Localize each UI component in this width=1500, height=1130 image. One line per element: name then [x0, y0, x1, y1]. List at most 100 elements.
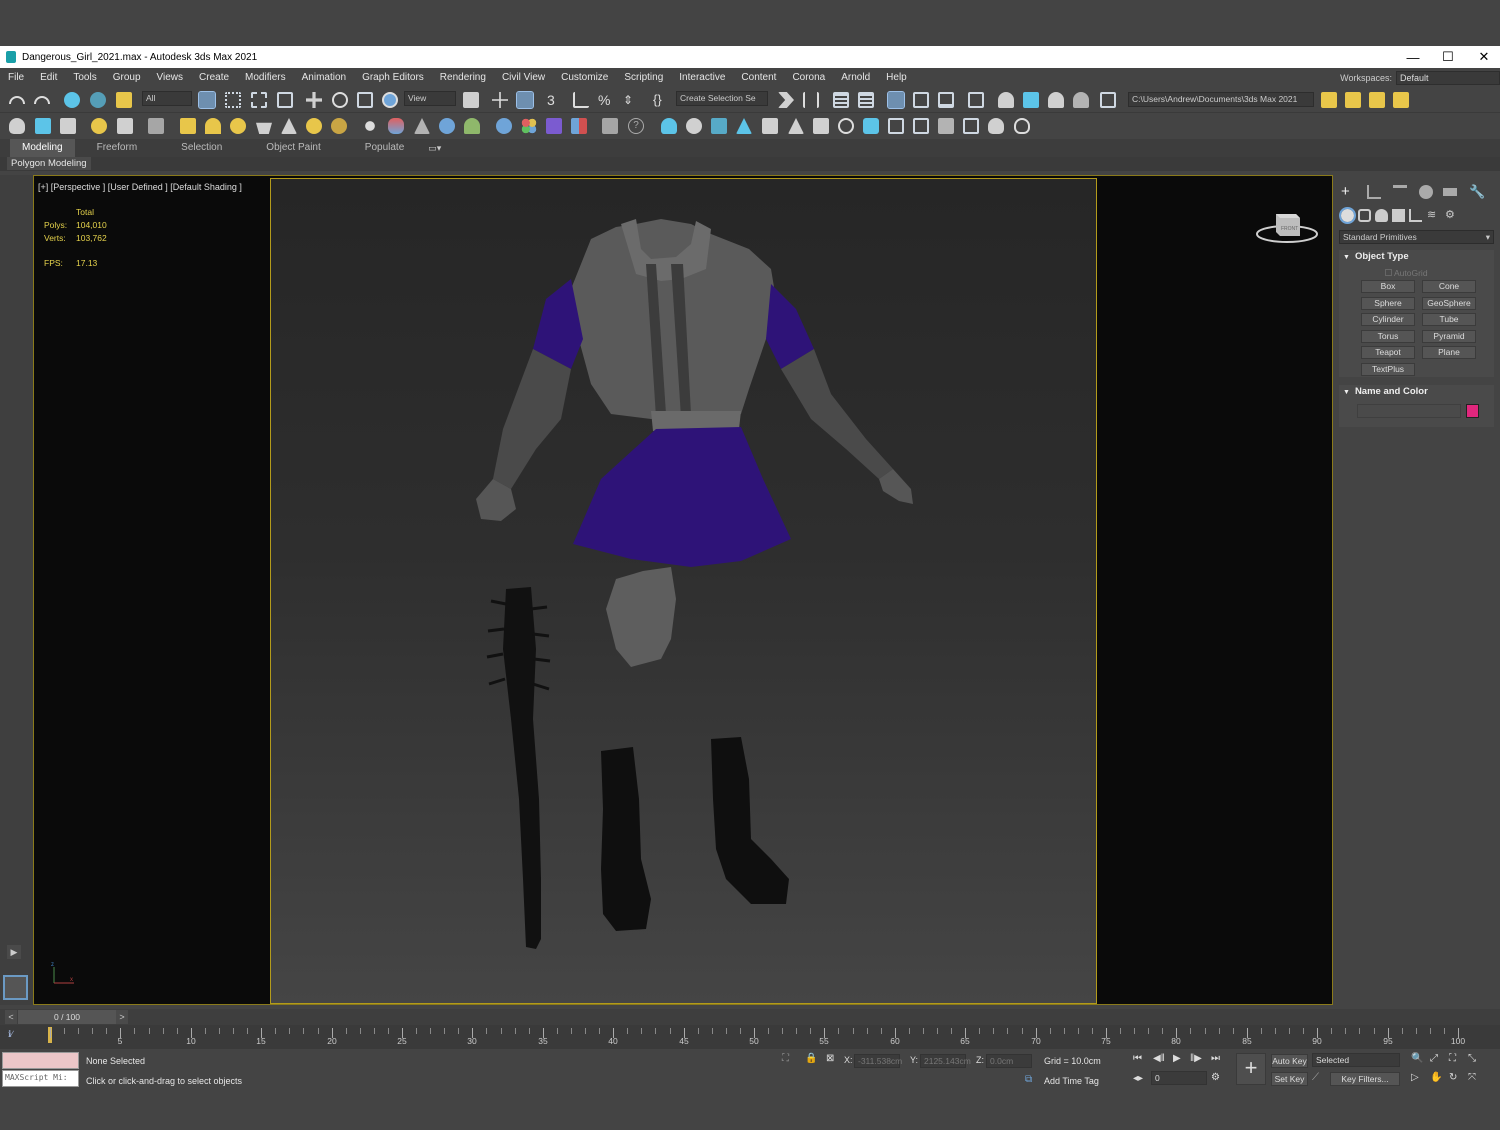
menu-content[interactable]: Content — [733, 72, 784, 83]
workspaces-dropdown[interactable]: Default — [1396, 70, 1500, 85]
toggle-ribbon-icon[interactable] — [887, 91, 905, 109]
menu-customize[interactable]: Customize — [553, 72, 616, 83]
add-time-tag[interactable]: Add Time Tag — [1044, 1076, 1099, 1086]
ribbon-options-icon[interactable]: ▭▾ — [428, 143, 441, 154]
menu-scripting[interactable]: Scripting — [616, 72, 671, 83]
zoom-icon[interactable]: 🔍 — [1411, 1053, 1423, 1064]
chaos-scatter-icon[interactable] — [464, 118, 480, 134]
close-button[interactable]: ✕ — [1466, 46, 1500, 68]
select-manipulate-icon[interactable] — [492, 92, 508, 108]
menu-arnold[interactable]: Arnold — [833, 72, 878, 83]
corona-proxy-icon[interactable] — [148, 118, 164, 134]
rotate-icon[interactable] — [332, 92, 348, 108]
go-to-end-icon[interactable]: ⏭ — [1211, 1053, 1220, 1064]
orbit-icon[interactable]: ↻ — [1449, 1072, 1457, 1083]
arnold-skydome-icon[interactable] — [686, 118, 702, 134]
tube-button[interactable]: Tube — [1422, 313, 1476, 326]
x-coordinate-field[interactable]: -311.538cm — [854, 1054, 902, 1068]
menu-views[interactable]: Views — [149, 72, 192, 83]
set-key-button[interactable]: Set Key — [1271, 1072, 1308, 1086]
keyboard-shortcut-override-icon[interactable] — [516, 91, 534, 109]
curve-editor-mini-icon[interactable]: ℹ∕ — [8, 1029, 36, 1043]
align-icon[interactable] — [803, 92, 819, 108]
zoom-extents-icon[interactable]: ⛶ — [1449, 1053, 1456, 1064]
time-configuration-icon[interactable]: ⚙ — [1211, 1072, 1220, 1083]
time-tag-icon[interactable]: ⧉ — [1025, 1074, 1032, 1085]
tab-selection[interactable]: Selection — [159, 139, 244, 157]
cone-button[interactable]: Cone — [1422, 280, 1476, 293]
sphere-button[interactable]: Sphere — [1361, 297, 1415, 310]
corona-camera-icon[interactable] — [117, 118, 133, 134]
textplus-button[interactable]: TextPlus — [1361, 363, 1415, 376]
polygon-modeling-panel[interactable]: Polygon Modeling — [7, 157, 91, 170]
y-coordinate-field[interactable]: 2125.143cm — [920, 1054, 971, 1068]
arnold-imager-icon[interactable] — [963, 118, 979, 134]
corona-converter-icon[interactable] — [439, 118, 455, 134]
key-filters-button[interactable]: Key Filters... — [1330, 1072, 1400, 1086]
teapot-button[interactable]: Teapot — [1361, 346, 1415, 359]
arnold-photometric-icon[interactable] — [736, 118, 752, 134]
render-setup-icon[interactable] — [998, 92, 1014, 108]
menu-animation[interactable]: Animation — [294, 72, 354, 83]
box-button[interactable]: Box — [1361, 280, 1415, 293]
maximize-button[interactable]: ☐ — [1430, 46, 1466, 68]
arnold-teapot-icon[interactable] — [988, 118, 1004, 134]
isolate-selection-icon[interactable]: ⛶ — [782, 1053, 789, 1064]
modify-tab-icon[interactable] — [1367, 185, 1381, 199]
pan-view-icon[interactable]: ✋ — [1430, 1072, 1442, 1083]
project-icon-1[interactable] — [1321, 92, 1337, 108]
arnold-export-icon[interactable] — [913, 118, 929, 134]
move-icon[interactable] — [306, 92, 322, 108]
cylinder-button[interactable]: Cylinder — [1361, 313, 1415, 326]
angle-snap-icon[interactable] — [573, 92, 589, 108]
menu-corona[interactable]: Corona — [784, 72, 833, 83]
maximize-viewport-icon[interactable]: ⤧ — [1468, 1072, 1476, 1083]
maxscript-listener-output[interactable] — [2, 1052, 79, 1069]
scene-explorer-icon[interactable] — [833, 92, 849, 108]
menu-tools[interactable]: Tools — [65, 72, 104, 83]
viewport-layout-thumbnail[interactable] — [3, 975, 28, 1000]
name-and-color-header[interactable]: ▼ Name and Color — [1339, 385, 1494, 399]
display-tab-icon[interactable] — [1443, 188, 1457, 196]
arnold-aov-icon[interactable] — [888, 118, 904, 134]
reference-coordinate-dropdown[interactable]: View — [404, 91, 456, 106]
viewport-label[interactable]: [+] [Perspective ] [User Defined ] [Defa… — [38, 182, 242, 192]
link-icon[interactable] — [64, 92, 80, 108]
space-warps-icon[interactable]: ≋ — [1427, 209, 1440, 222]
cameras-icon[interactable] — [1392, 209, 1405, 222]
field-of-view-icon[interactable]: ▷ — [1411, 1072, 1419, 1083]
frame-ruler[interactable]: 5 10 15 20 25 30 35 40 45 50 55 60 65 70 75 80 85 90 95 100 — [48, 1025, 1465, 1049]
corona-sun-icon[interactable] — [306, 118, 322, 134]
curve-editor-icon[interactable] — [913, 92, 929, 108]
arnold-operator-icon[interactable] — [938, 118, 954, 134]
arnold-mesh-light-icon[interactable] — [711, 118, 727, 134]
corona-sphere-light-icon[interactable] — [230, 118, 246, 134]
play-icon[interactable]: ▶ — [1173, 1053, 1181, 1064]
absolute-mode-icon[interactable]: ⊠ — [826, 1053, 834, 1064]
a360-gallery-icon[interactable] — [1100, 92, 1116, 108]
unlink-icon[interactable] — [90, 92, 106, 108]
helpers-icon[interactable] — [1409, 209, 1422, 222]
redo-icon[interactable] — [34, 96, 50, 104]
hierarchy-tab-icon[interactable] — [1393, 185, 1407, 199]
corona-box-icon[interactable] — [180, 118, 196, 134]
corona-dome-icon[interactable] — [205, 118, 221, 134]
minimize-button[interactable]: — — [1395, 46, 1431, 68]
arnold-bulb-icon[interactable] — [1014, 118, 1030, 134]
tab-freeform[interactable]: Freeform — [75, 139, 160, 157]
current-frame-field[interactable]: 0 — [1151, 1071, 1207, 1085]
z-coordinate-field[interactable]: 0.0cm — [986, 1054, 1032, 1068]
menu-rendering[interactable]: Rendering — [432, 72, 494, 83]
next-frame-icon[interactable]: ‖▶ — [1190, 1053, 1202, 1064]
project-icon-3[interactable] — [1369, 92, 1385, 108]
arnold-license-icon[interactable] — [602, 118, 618, 134]
place-icon[interactable] — [382, 92, 398, 108]
menu-civil-view[interactable]: Civil View — [494, 72, 553, 83]
scale-icon[interactable] — [357, 92, 373, 108]
corona-mapping-icon[interactable] — [414, 118, 430, 134]
mirror-icon[interactable] — [778, 92, 794, 108]
plane-button[interactable]: Plane — [1422, 346, 1476, 359]
tab-object-paint[interactable]: Object Paint — [244, 139, 342, 157]
menu-graph-editors[interactable]: Graph Editors — [354, 72, 432, 83]
edit-named-selection-icon[interactable]: {} — [653, 92, 669, 108]
